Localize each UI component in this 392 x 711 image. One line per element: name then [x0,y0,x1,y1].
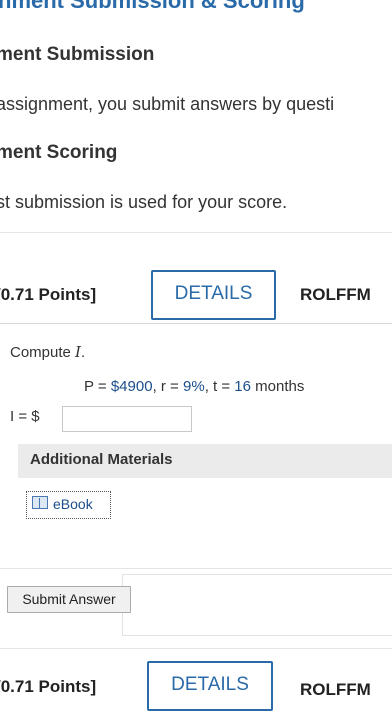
assignment-submission-text: assignment, you submit answers by questi [0,94,335,114]
book-icon [32,496,48,509]
details-button[interactable]: DETAILS [147,661,273,711]
submit-area [122,574,392,636]
answer-input[interactable] [62,406,192,432]
section-divider [0,648,392,649]
question-code: ROLFFM [300,680,371,699]
assignment-submission-heading: ment Submission [0,44,155,65]
question-points: /0.71 Points] [0,677,97,696]
assignment-scoring-heading: ment Scoring [0,142,118,163]
assignment-scoring-text: st submission is used for your score. [0,192,288,212]
ebook-label[interactable]: eBook [53,496,93,512]
formula-line: P = $4900, r = 9%, t = 16 months [84,378,305,395]
section-divider [0,232,392,233]
question-prompt: Compute I. [10,343,86,361]
details-button[interactable]: DETAILS [151,270,276,320]
question-code: ROLFFM [300,285,371,304]
question-points: /0.71 Points] [0,285,97,304]
section-divider [0,568,392,569]
additional-materials-label: Additional Materials [30,451,173,468]
page-title: nment Submission & Scoring [0,0,305,13]
submit-answer-button[interactable]: Submit Answer [7,586,131,613]
answer-label: I = $ [10,408,40,425]
